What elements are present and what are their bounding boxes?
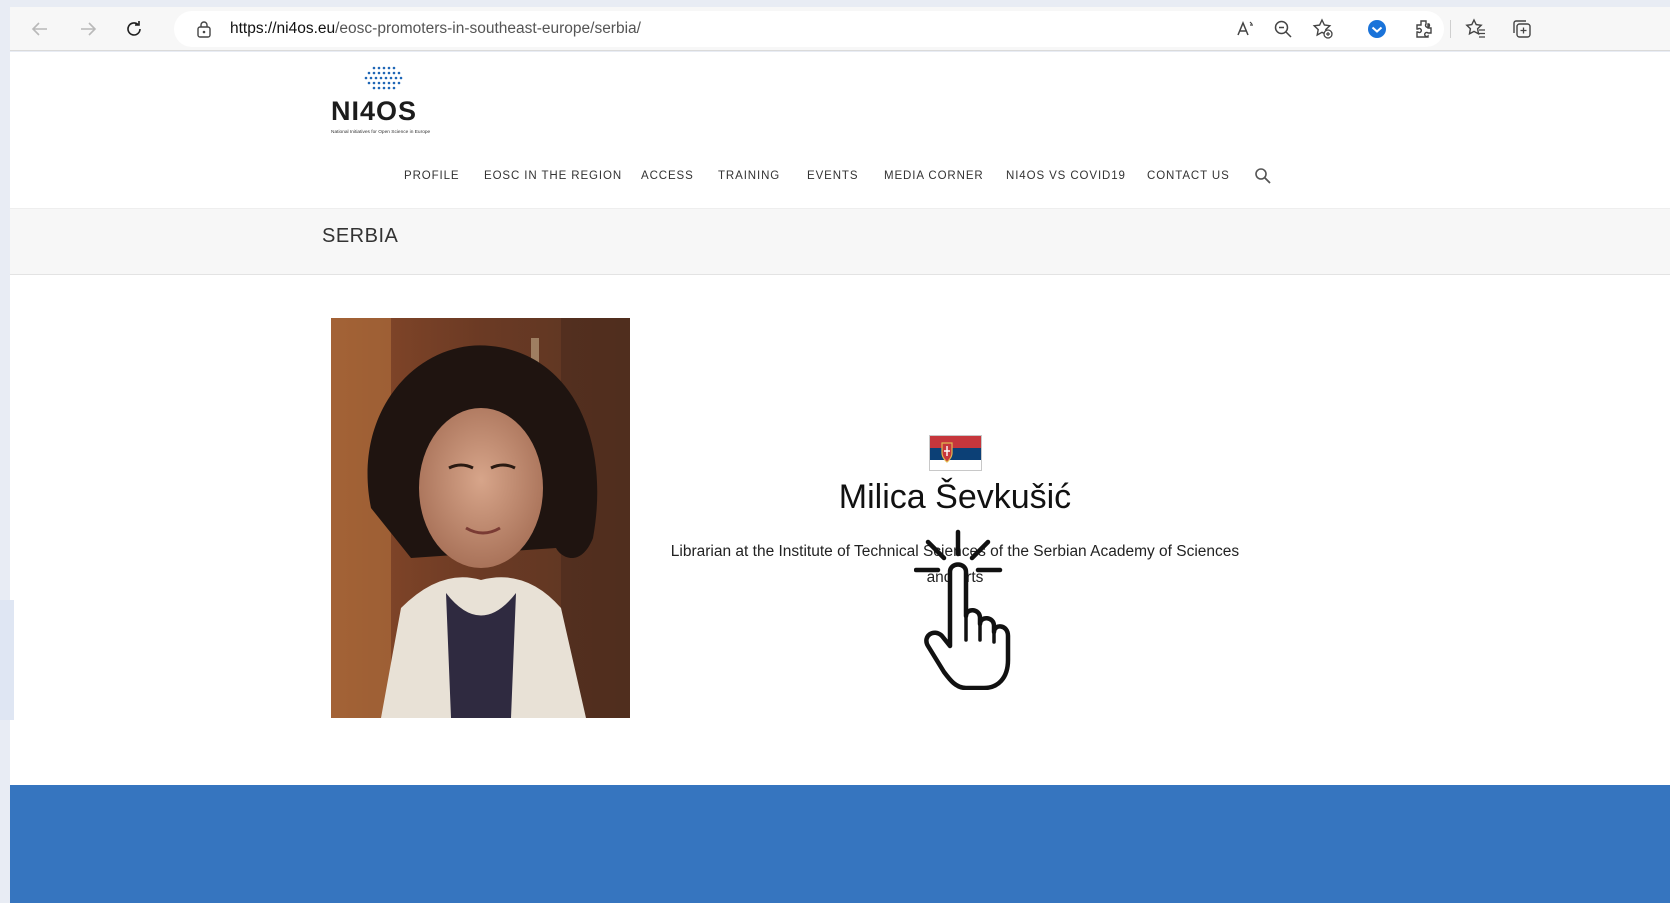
- menu-item-ni4os-vs-covid19[interactable]: NI4OS VS COVID19: [1006, 170, 1126, 182]
- hand-pointer-cursor-icon: [913, 528, 1026, 695]
- site-footer: [10, 785, 1670, 903]
- browser-toolbar: https://ni4os.eu/eosc-promoters-in-south…: [10, 7, 1670, 51]
- forward-icon[interactable]: [74, 15, 102, 43]
- zoom-out-icon[interactable]: [1271, 17, 1295, 41]
- coat-of-arms-icon: [941, 442, 953, 463]
- logo-tagline: National Initiatives for Open Science in…: [331, 129, 431, 135]
- menu-item-eosc-in-the-region[interactable]: EOSC IN THE REGION: [484, 170, 622, 182]
- menu-item-profile[interactable]: PROFILE: [404, 170, 460, 182]
- logo-dots-icon: [364, 66, 403, 90]
- toolbar-separator: [1450, 20, 1451, 38]
- read-aloud-icon[interactable]: [1233, 17, 1257, 41]
- add-favorite-icon[interactable]: [1311, 17, 1335, 41]
- search-icon[interactable]: [1254, 167, 1272, 188]
- url-host: https://ni4os.eu: [230, 20, 336, 37]
- favorites-icon[interactable]: [1464, 17, 1488, 41]
- person-name: Milica Ševkušić: [838, 478, 1072, 516]
- site-logo[interactable]: NI4OS National Initiatives for Open Scie…: [330, 60, 440, 138]
- refresh-icon[interactable]: [120, 15, 148, 43]
- main-menu: PROFILE EOSC IN THE REGION ACCESS TRAINI…: [10, 167, 1670, 187]
- menu-item-events[interactable]: EVENTS: [807, 170, 858, 182]
- url-path: /eosc-promoters-in-southeast-europe/serb…: [335, 20, 641, 37]
- extensions-icon[interactable]: [1412, 17, 1436, 41]
- menu-item-contact-us[interactable]: CONTACT US: [1147, 170, 1230, 182]
- web-page: NI4OS National Initiatives for Open Scie…: [10, 52, 1670, 903]
- shield-extension-icon[interactable]: [1365, 17, 1389, 41]
- serbia-flag: [929, 435, 982, 471]
- url-text[interactable]: https://ni4os.eu/eosc-promoters-in-south…: [230, 20, 641, 38]
- portrait-photo: [331, 318, 630, 718]
- logo-wordmark: NI4OS: [331, 96, 417, 126]
- menu-item-media-corner[interactable]: MEDIA CORNER: [884, 170, 984, 182]
- lock-icon[interactable]: [196, 20, 212, 43]
- menu-item-training[interactable]: TRAINING: [718, 170, 780, 182]
- page-title: SERBIA: [322, 225, 399, 247]
- left-edge-shadow: [0, 600, 14, 720]
- screen: https://ni4os.eu/eosc-promoters-in-south…: [0, 0, 1670, 903]
- back-icon[interactable]: [26, 15, 54, 43]
- page-title-bar: SERBIA: [10, 208, 1670, 275]
- menu-item-access[interactable]: ACCESS: [641, 170, 694, 182]
- collections-icon[interactable]: [1510, 17, 1534, 41]
